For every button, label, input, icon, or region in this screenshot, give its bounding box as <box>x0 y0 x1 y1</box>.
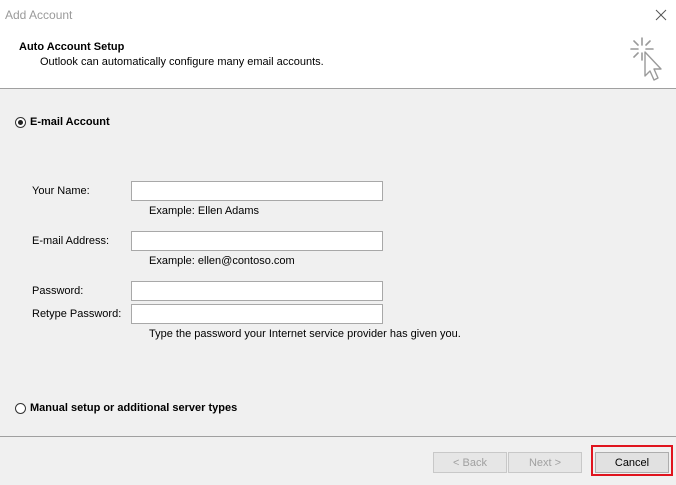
close-icon <box>655 9 667 21</box>
cursor-click-icon <box>630 37 662 81</box>
manual-setup-label[interactable]: Manual setup or additional server types <box>30 402 237 414</box>
email-account-label[interactable]: E-mail Account <box>30 116 110 128</box>
back-button[interactable]: < Back <box>433 452 507 473</box>
retype-password-input[interactable] <box>131 304 383 324</box>
dialog-body: E-mail Account Your Name: Example: Ellen… <box>0 89 676 436</box>
header-subtitle: Outlook can automatically configure many… <box>40 56 324 68</box>
dialog-footer: < Back Next > Cancel <box>0 437 676 485</box>
title-bar: Add Account <box>0 0 676 30</box>
your-name-label: Your Name: <box>32 185 90 197</box>
next-button[interactable]: Next > <box>508 452 582 473</box>
add-account-dialog: Add Account Auto Account Setup Outlook c… <box>0 0 676 485</box>
email-address-hint: Example: ellen@contoso.com <box>149 255 295 267</box>
email-address-label: E-mail Address: <box>32 235 110 247</box>
manual-setup-radio[interactable] <box>15 403 26 414</box>
close-button[interactable] <box>650 4 672 26</box>
email-address-input[interactable] <box>131 231 383 251</box>
header-title: Auto Account Setup <box>19 41 125 53</box>
retype-password-label: Retype Password: <box>32 308 122 320</box>
your-name-input[interactable] <box>131 181 383 201</box>
window-title: Add Account <box>5 8 73 22</box>
password-label: Password: <box>32 285 84 297</box>
your-name-hint: Example: Ellen Adams <box>149 205 260 217</box>
dialog-header: Auto Account Setup Outlook can automatic… <box>0 30 676 88</box>
cancel-highlight-box <box>591 445 673 476</box>
password-hint: Type the password your Internet service … <box>149 328 461 340</box>
email-account-radio[interactable] <box>15 117 26 128</box>
password-input[interactable] <box>131 281 383 301</box>
